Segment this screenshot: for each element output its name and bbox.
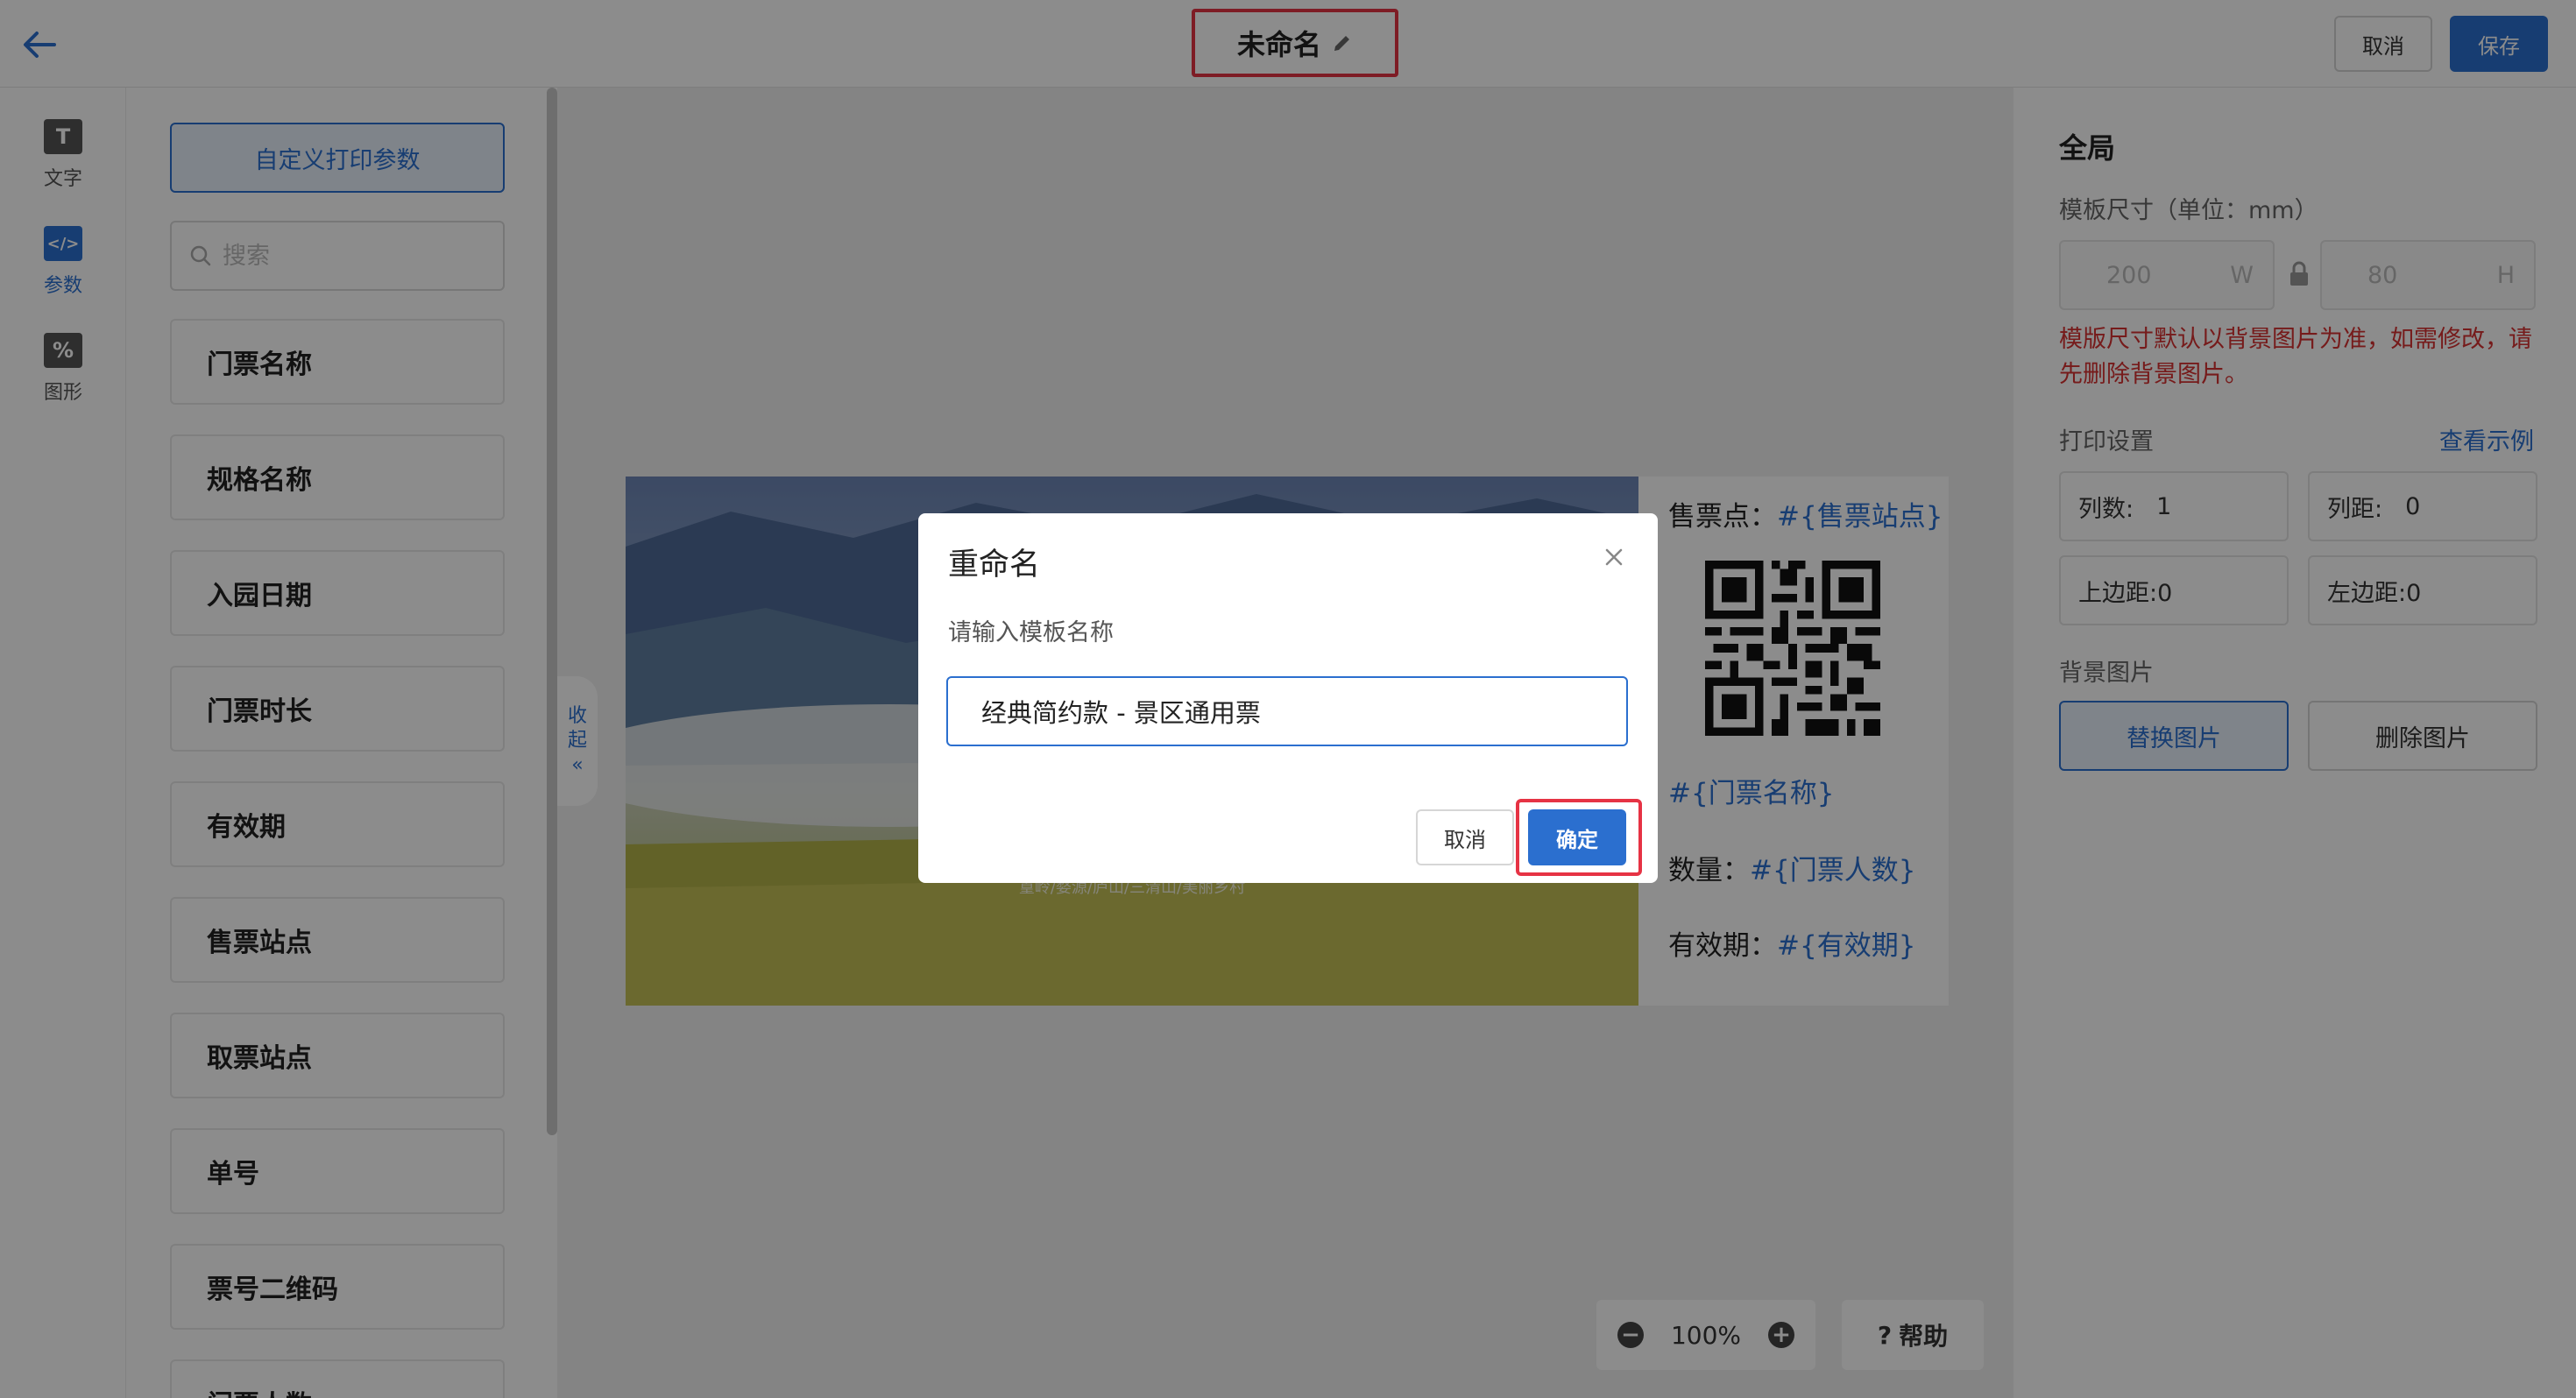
close-icon[interactable] (1600, 543, 1628, 571)
dialog-label: 请输入模板名称 (948, 619, 1114, 646)
rename-dialog: 重命名 请输入模板名称 取消 确定 (918, 513, 1658, 883)
dialog-confirm-button[interactable]: 确定 (1528, 809, 1626, 865)
dialog-cancel-button[interactable]: 取消 (1416, 809, 1514, 865)
dialog-title: 重命名 (948, 547, 1041, 582)
template-name-input[interactable] (946, 676, 1628, 746)
